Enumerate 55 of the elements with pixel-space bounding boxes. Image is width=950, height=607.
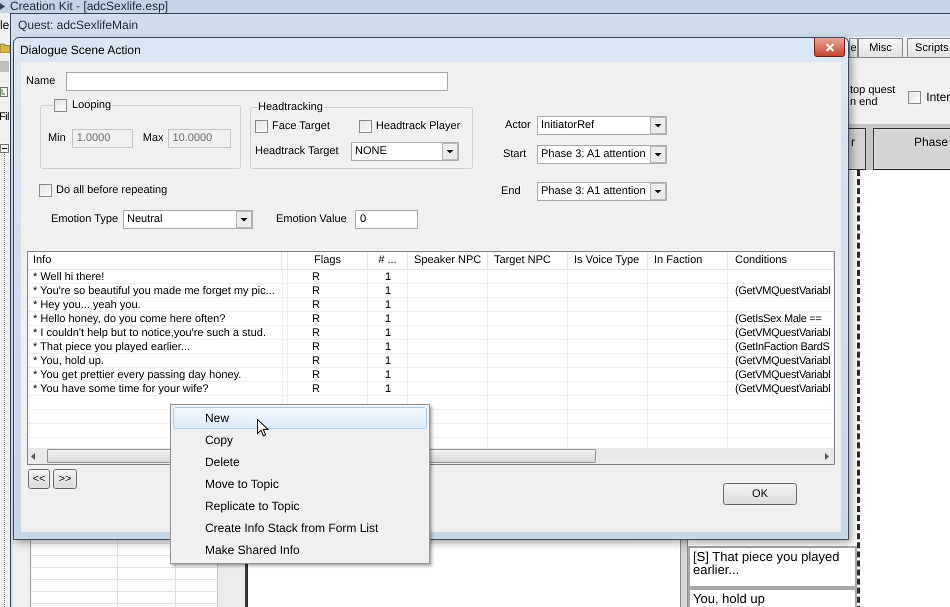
checkbox-label: Face Target — [272, 120, 330, 132]
field-label: Emotion Value — [276, 213, 348, 226]
field-label: Actor — [504, 119, 532, 132]
field-label: End — [501, 185, 522, 198]
table-cell: R — [312, 284, 320, 298]
window-title: Creation Kit - [adcSexlife.esp] — [10, 0, 168, 13]
table-cell: * Hello honey, do you come here often? — [33, 312, 226, 326]
table-cell: (GetVMQuestVariabl — [735, 354, 830, 368]
field-label: Name — [26, 75, 56, 88]
table-cell: 1 — [384, 326, 392, 340]
table-cell: * That piece you played earlier... — [33, 340, 190, 354]
field-label: Start — [502, 148, 528, 161]
table-cell: 1 — [384, 284, 392, 298]
table-cell: R — [312, 382, 320, 396]
table-cell: (GetIsSex Male == — [735, 312, 822, 326]
table-cell: * You, hold up. — [33, 354, 104, 368]
panel-label: Fil — [0, 111, 10, 124]
table-cell: R — [312, 354, 320, 368]
checkbox-label: Do all before repeating — [56, 184, 168, 197]
field-label: Headtrack Target — [255, 144, 340, 158]
group-title: Headtracking — [258, 101, 323, 113]
scene-header: Phase — [873, 128, 950, 170]
table-cell: R — [312, 312, 320, 326]
table-cell: (GetVMQuestVariabl — [735, 326, 830, 340]
table-cell: 1 — [384, 312, 392, 326]
table-cell: 1 — [384, 382, 392, 396]
checkbox-label: Headtrack Player — [376, 120, 460, 132]
table-cell: R — [312, 340, 320, 354]
table-cell: 1 — [384, 354, 392, 368]
option-label: top quest n end — [850, 84, 896, 108]
table-cell: 1 — [384, 270, 392, 284]
dialog-title: Dialogue Scene Action — [20, 44, 141, 57]
table-cell: 1 — [384, 340, 392, 354]
table-cell: * You have some time for your wife? — [33, 382, 208, 396]
table-cell: R — [312, 298, 320, 312]
table-cell: 1 — [384, 368, 392, 382]
field-label: Max — [142, 132, 164, 145]
window-title: Quest: adcSexlifeMain — [18, 19, 138, 32]
table-cell: * Well hi there! — [33, 270, 104, 284]
table-cell: R — [312, 326, 320, 340]
table-cell: (GetVMQuestVariabl — [735, 284, 830, 298]
field-label: Emotion Type — [51, 213, 120, 226]
table-cell: (GetInFaction BardS — [735, 340, 830, 354]
field-label: Min — [48, 132, 66, 145]
table-cell: * I couldn't help but to notice,you're such a stud. — [33, 326, 266, 340]
table-cell: R — [312, 368, 320, 382]
table-cell: 1 — [384, 298, 392, 312]
table-cell: * Hey you... yeah you. — [33, 298, 141, 312]
checkbox-label: Inter — [926, 91, 950, 104]
table-cell: * You're so beautiful you made me forget my pic... — [33, 284, 275, 298]
table-cell: (GetVMQuestVariabl — [735, 368, 830, 382]
checkbox-label: Looping — [72, 99, 112, 112]
table-cell: (GetVMQuestVariabl — [735, 382, 830, 396]
table-cell: * You get prettier every passing day honey. — [33, 368, 242, 382]
table-cell: R — [312, 270, 320, 284]
